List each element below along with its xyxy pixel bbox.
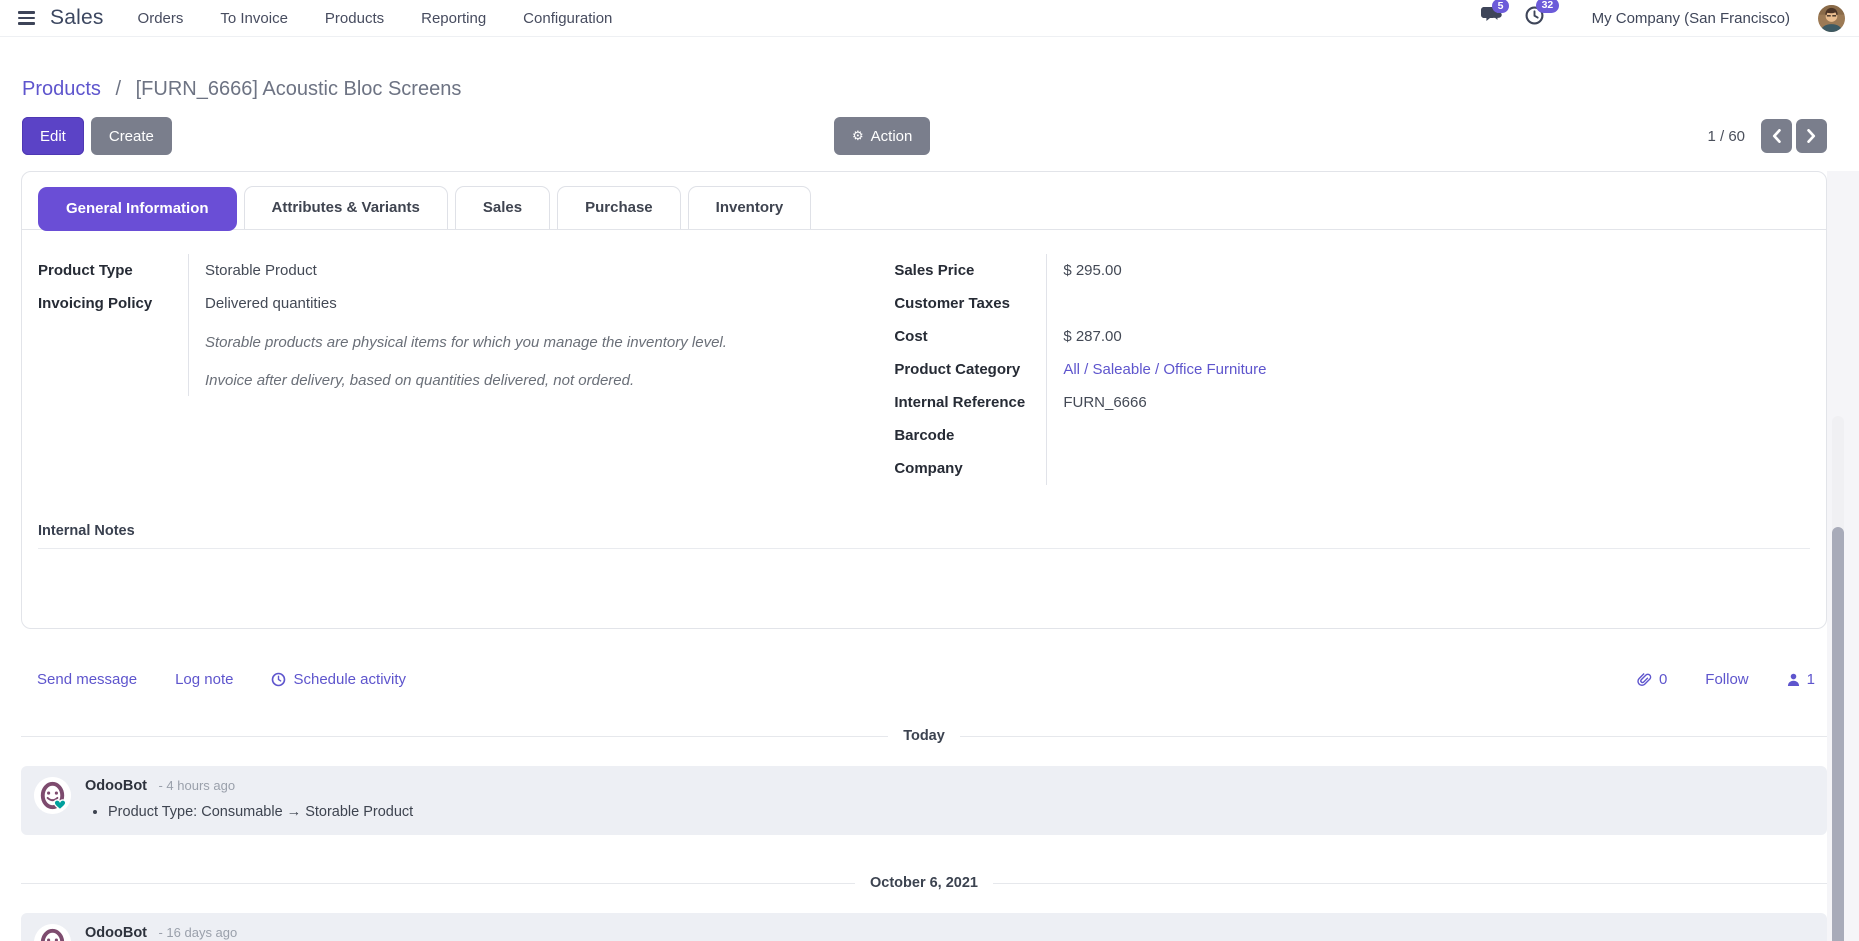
page-title: [FURN_6666] Acoustic Bloc Screens — [136, 78, 462, 100]
odoobot-avatar — [34, 924, 71, 941]
help-text-storable: Storable products are physical items for… — [188, 320, 848, 358]
field-value-customer-taxes — [1046, 287, 1800, 320]
chatter: Send message Log note Schedule activity … — [21, 671, 1827, 941]
field-value-invoicing-policy: Delivered quantities — [188, 287, 848, 320]
field-label-cost: Cost — [894, 320, 1046, 353]
gear-icon: ⚙ — [852, 130, 864, 143]
chatter-message: OdooBot - 16 days ago Product Template c… — [21, 913, 1827, 941]
company-switcher[interactable]: My Company (San Francisco) — [1592, 10, 1790, 27]
activity-clock-icon — [271, 672, 286, 687]
chatter-toolbar: Send message Log note Schedule activity … — [21, 671, 1827, 688]
schedule-activity-button[interactable]: Schedule activity — [271, 671, 406, 688]
chevron-right-icon — [1807, 129, 1816, 143]
message-author: OdooBot — [85, 778, 147, 794]
message-body: Product Type: Consumable → Storable Prod… — [85, 802, 413, 822]
chevron-left-icon — [1772, 129, 1781, 143]
tab-inventory[interactable]: Inventory — [688, 186, 812, 229]
field-group-left: Product Type Storable Product Invoicing … — [38, 254, 894, 485]
activities-button[interactable]: 32 — [1525, 6, 1544, 30]
help-text-invoice: Invoice after delivery, based on quantit… — [188, 358, 848, 396]
breadcrumb: Products / [FURN_6666] Acoustic Bloc Scr… — [22, 76, 1827, 102]
followers-button[interactable]: 1 — [1787, 671, 1815, 688]
field-value-internal-reference: FURN_6666 — [1046, 386, 1800, 419]
field-label-company: Company — [894, 452, 1046, 485]
apps-menu-icon[interactable] — [16, 7, 37, 28]
odoobot-avatar — [34, 777, 71, 814]
followers-count: 1 — [1807, 671, 1815, 688]
tab-attributes-variants[interactable]: Attributes & Variants — [244, 186, 448, 229]
field-value-sales-price: $ 295.00 — [1046, 254, 1800, 287]
message-timestamp: - 4 hours ago — [158, 778, 235, 793]
follow-button[interactable]: Follow — [1705, 671, 1748, 688]
odoo-app-window: Sales Orders To Invoice Products Reporti… — [0, 0, 1859, 941]
internal-notes-divider — [38, 548, 1810, 549]
field-group-right: Sales Price $ 295.00 Customer Taxes Cost… — [894, 254, 1800, 485]
field-value-product-type: Storable Product — [188, 254, 848, 287]
message-timestamp: - 16 days ago — [158, 925, 237, 940]
pager-previous-button[interactable] — [1761, 119, 1792, 153]
field-label-invoicing-policy: Invoicing Policy — [38, 287, 188, 320]
activities-badge: 32 — [1536, 0, 1560, 13]
field-value-product-category-link[interactable]: All / Saleable / Office Furniture — [1063, 361, 1266, 378]
field-label-customer-taxes: Customer Taxes — [894, 287, 1046, 320]
tab-sales[interactable]: Sales — [455, 186, 550, 229]
nav-item-orders[interactable]: Orders — [138, 10, 184, 27]
messages-badge: 5 — [1492, 0, 1510, 13]
create-button[interactable]: Create — [91, 117, 172, 155]
nav-item-reporting[interactable]: Reporting — [421, 10, 486, 27]
message-author: OdooBot — [85, 925, 147, 941]
edit-button[interactable]: Edit — [22, 117, 84, 155]
field-value-barcode — [1046, 419, 1800, 452]
nav-item-configuration[interactable]: Configuration — [523, 10, 612, 27]
field-label-product-category: Product Category — [894, 353, 1046, 386]
internal-notes-section: Internal Notes — [22, 485, 1826, 549]
pager: 1 / 60 — [1707, 119, 1827, 153]
breadcrumb-separator: / — [116, 78, 122, 100]
product-form-sheet: General Information Attributes & Variant… — [21, 171, 1827, 629]
chatter-message: OdooBot - 4 hours ago Product Type: Cons… — [21, 766, 1827, 835]
control-panel: Products / [FURN_6666] Acoustic Bloc Scr… — [0, 37, 1859, 155]
notebook-tabs: General Information Attributes & Variant… — [22, 172, 1826, 230]
pager-next-button[interactable] — [1796, 119, 1827, 153]
field-label-internal-reference: Internal Reference — [894, 386, 1046, 419]
date-divider-october: October 6, 2021 — [21, 875, 1827, 891]
scrollbar-thumb[interactable] — [1832, 527, 1844, 941]
top-navbar: Sales Orders To Invoice Products Reporti… — [0, 0, 1859, 37]
person-icon — [1787, 673, 1800, 686]
field-value-company — [1046, 452, 1800, 485]
send-message-button[interactable]: Send message — [37, 671, 137, 688]
paperclip-icon — [1637, 672, 1652, 687]
field-label-product-type: Product Type — [38, 254, 188, 287]
log-note-button[interactable]: Log note — [175, 671, 233, 688]
field-label-barcode: Barcode — [894, 419, 1046, 452]
field-value-cost: $ 287.00 — [1046, 320, 1800, 353]
nav-item-to-invoice[interactable]: To Invoice — [220, 10, 288, 27]
breadcrumb-products-link[interactable]: Products — [22, 78, 101, 100]
form-view: General Information Attributes & Variant… — [0, 171, 1859, 941]
main-menu: Orders To Invoice Products Reporting Con… — [138, 10, 650, 27]
attachments-count: 0 — [1659, 671, 1667, 688]
action-button[interactable]: ⚙ Action — [834, 117, 930, 155]
user-avatar[interactable] — [1818, 5, 1845, 32]
pager-count: 1 / 60 — [1707, 128, 1745, 145]
internal-notes-label: Internal Notes — [38, 523, 1810, 539]
attachments-button[interactable]: 0 — [1637, 671, 1667, 688]
app-name[interactable]: Sales — [50, 6, 104, 30]
tab-purchase[interactable]: Purchase — [557, 186, 681, 229]
nav-item-products[interactable]: Products — [325, 10, 384, 27]
messages-button[interactable]: 5 — [1481, 7, 1503, 30]
date-divider-today: Today — [21, 728, 1827, 744]
field-label-sales-price: Sales Price — [894, 254, 1046, 287]
tab-general-information[interactable]: General Information — [38, 187, 237, 231]
